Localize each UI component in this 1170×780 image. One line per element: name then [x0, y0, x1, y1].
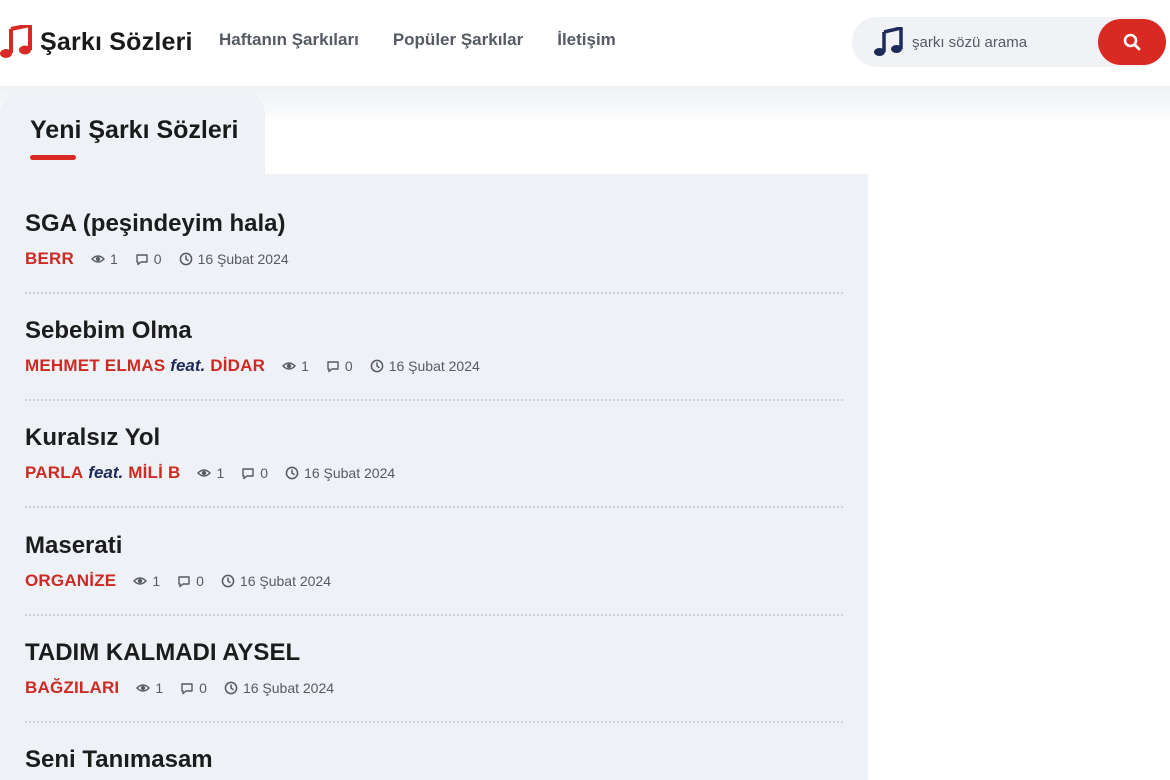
view-count: 1	[90, 251, 118, 267]
comment-icon	[181, 683, 193, 695]
song-meta: ORGANİZE 1 0 16 Şubat 2024	[25, 570, 843, 592]
comment-count: 0	[180, 680, 207, 696]
artist-link[interactable]: BAĞZILARI	[25, 678, 119, 698]
comment-count: 0	[326, 358, 353, 374]
clock-icon	[221, 574, 235, 588]
list-item: Kuralsız Yol PARLA feat. MİLİ B 1 0 16 Ş…	[25, 424, 843, 484]
eye-icon	[90, 255, 105, 263]
nav-popular-songs[interactable]: Popüler Şarkılar	[393, 30, 523, 50]
search-button[interactable]	[1098, 19, 1166, 65]
song-title[interactable]: Seni Tanımasam	[25, 746, 843, 774]
clock-icon	[224, 681, 238, 695]
divider	[25, 399, 843, 401]
publish-date: 16 Şubat 2024	[370, 358, 480, 374]
song-title[interactable]: Sebebim Olma	[25, 317, 843, 345]
divider	[25, 614, 843, 616]
eye-icon	[136, 684, 151, 692]
music-note-icon	[0, 25, 32, 58]
nav-weekly-songs[interactable]: Haftanın Şarkıları	[219, 30, 359, 50]
divider	[25, 721, 843, 723]
section-title: Yeni Şarkı Sözleri	[30, 116, 239, 144]
search-input[interactable]	[912, 33, 1082, 51]
title-underline	[30, 155, 76, 160]
song-title[interactable]: SGA (peşindeyim hala)	[25, 210, 843, 238]
nav-contact[interactable]: İletişim	[557, 30, 616, 50]
clock-icon	[285, 466, 299, 480]
song-meta: PARLA feat. MİLİ B 1 0 16 Şubat 2024	[25, 462, 843, 484]
divider	[25, 506, 843, 508]
comment-icon	[136, 254, 148, 266]
divider	[25, 292, 843, 294]
site-logo[interactable]: Şarkı Sözleri	[0, 24, 193, 60]
search-icon	[1123, 33, 1141, 51]
song-title[interactable]: TADIM KALMADI AYSEL	[25, 639, 843, 667]
view-count: 1	[136, 680, 163, 696]
search-box	[852, 17, 1166, 67]
comment-icon	[242, 468, 254, 480]
artist-link[interactable]: DİDAR	[210, 356, 265, 376]
artist-link[interactable]: PARLA	[25, 463, 83, 483]
song-meta: BAĞZILARI 1 0 16 Şubat 2024	[25, 677, 843, 699]
comment-count: 0	[135, 251, 162, 267]
artist-link[interactable]: BERR	[25, 249, 74, 269]
comment-icon	[327, 361, 339, 373]
publish-date: 16 Şubat 2024	[179, 251, 289, 267]
artist-link[interactable]: MİLİ B	[128, 463, 180, 483]
music-note-icon	[874, 27, 903, 56]
artist-link[interactable]: MEHMET ELMAS	[25, 356, 165, 376]
view-count: 1	[133, 573, 160, 589]
clock-icon	[179, 252, 192, 266]
eye-icon	[282, 362, 297, 370]
list-item: Maserati ORGANİZE 1 0 16 Şubat 2024	[25, 532, 843, 592]
main-nav: Haftanın Şarkıları Popüler Şarkılar İlet…	[219, 30, 616, 50]
song-meta: MEHMET ELMAS feat. DİDAR 1 0 16 Şubat 20…	[25, 355, 843, 377]
comment-icon	[178, 576, 190, 588]
song-title[interactable]: Kuralsız Yol	[25, 424, 843, 452]
comment-count: 0	[177, 573, 204, 589]
song-meta: BERR 1 0 16 Şubat 2024	[25, 248, 843, 270]
eye-icon	[133, 577, 148, 585]
list-item: Seni Tanımasam	[25, 746, 843, 774]
song-title[interactable]: Maserati	[25, 532, 843, 560]
list-item: TADIM KALMADI AYSEL BAĞZILARI 1 0 16 Şub…	[25, 639, 843, 699]
view-count: 1	[282, 358, 309, 374]
clock-icon	[370, 359, 384, 373]
eye-icon	[197, 469, 212, 477]
list-item: Sebebim Olma MEHMET ELMAS feat. DİDAR 1 …	[25, 317, 843, 377]
publish-date: 16 Şubat 2024	[224, 680, 334, 696]
list-item: SGA (peşindeyim hala) BERR 1 0 16 Şubat …	[25, 210, 843, 270]
logo-text: Şarkı Sözleri	[40, 27, 193, 56]
comment-count: 0	[241, 465, 268, 481]
view-count: 1	[197, 465, 224, 481]
feat-label: feat.	[88, 463, 124, 482]
artist-link[interactable]: ORGANİZE	[25, 571, 116, 591]
publish-date: 16 Şubat 2024	[285, 465, 395, 481]
publish-date: 16 Şubat 2024	[221, 573, 331, 589]
site-header: Şarkı Sözleri Haftanın Şarkıları Popüler…	[0, 0, 1170, 86]
feat-label: feat.	[170, 356, 206, 375]
